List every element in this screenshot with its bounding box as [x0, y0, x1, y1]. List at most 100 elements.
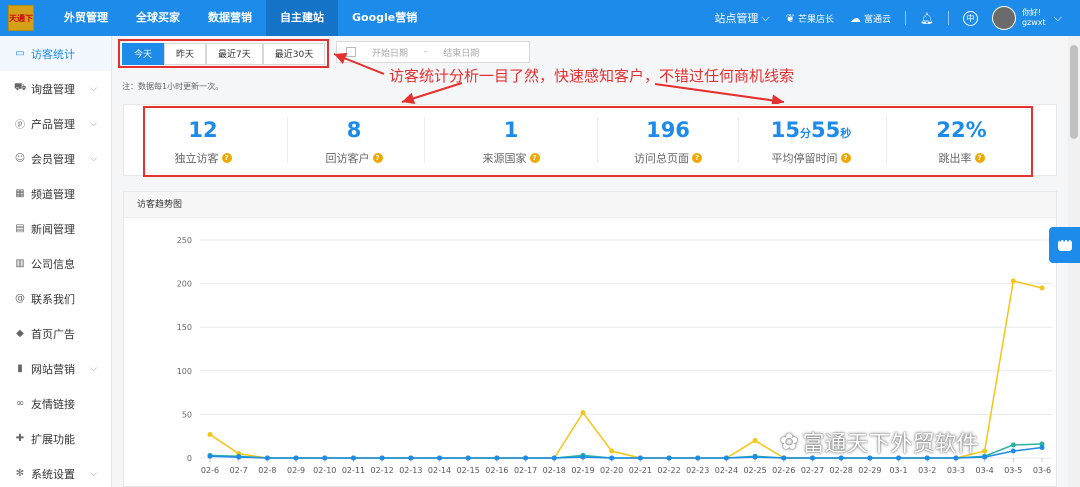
data-point[interactable]: [580, 410, 586, 416]
data-point[interactable]: [752, 438, 758, 444]
greeting: 你好!: [1021, 8, 1042, 17]
scrollbar-thumb[interactable]: [1070, 45, 1078, 139]
futong-cloud-link[interactable]: ☁ 富通云: [850, 12, 891, 25]
site-manage-menu[interactable]: 站点管理 ⌵: [714, 10, 769, 26]
topnav-item[interactable]: 全球买家: [122, 0, 194, 36]
x-tick-label: 03-3: [947, 466, 965, 475]
sidebar-item-label: 网站营销: [31, 362, 75, 376]
main-content: 今天 昨天 最近7天 最近30天 开始日期 - 结束日期 访客统计分析一目了然，快速感…: [112, 36, 1068, 487]
sidebar-item[interactable]: ✻ 系统设置 ⌵: [0, 456, 111, 487]
sidebar-item-label: 联系我们: [31, 292, 75, 306]
topnav-item[interactable]: 外贸管理: [50, 0, 122, 36]
data-point[interactable]: [723, 455, 729, 461]
x-tick-label: 02-16: [485, 466, 508, 475]
data-point[interactable]: [264, 455, 270, 461]
x-tick-label: 02-12: [371, 466, 394, 475]
topnav-item[interactable]: Google营销: [338, 0, 431, 36]
x-tick-label: 02-13: [399, 466, 422, 475]
user-menu-toggle[interactable]: ⌵: [1054, 11, 1062, 25]
x-tick-label: 02-24: [715, 466, 738, 475]
sidebar-item[interactable]: ⛟ 询盘管理 ⌵: [0, 71, 111, 106]
sidebar-item-label: 公司信息: [31, 257, 75, 271]
start-date-input[interactable]: 开始日期: [372, 46, 408, 59]
topnav-item[interactable]: 数据营销: [194, 0, 266, 36]
data-point[interactable]: [408, 455, 414, 461]
sidebar-item-label: 产品管理: [31, 117, 75, 131]
language-icon: 中: [962, 10, 978, 26]
sidebar-item[interactable]: ∞ 友情链接: [0, 386, 111, 421]
sidebar-item[interactable]: ⓟ 产品管理 ⌵: [0, 106, 111, 141]
sidebar-item[interactable]: ▭ 访客统计: [0, 36, 111, 71]
chat-button[interactable]: [1049, 227, 1080, 263]
mango-store-link[interactable]: ❦ 芒果店长: [786, 12, 834, 25]
x-tick-label: 02-28: [830, 466, 853, 475]
data-point[interactable]: [293, 455, 299, 461]
sidebar-item[interactable]: ▮ 网站营销 ⌵: [0, 351, 111, 386]
y-tick-label: 0: [187, 454, 192, 463]
x-tick-label: 02-26: [772, 466, 795, 475]
notification-button[interactable]: 🔔︎: [920, 12, 934, 25]
y-tick-label: 50: [182, 410, 192, 419]
top-navbar: 天通下 外贸管理 全球买家 数据营销 自主建站 Google营销 站点管理 ⌵ ❦ 芒果店长…: [0, 0, 1080, 36]
sidebar-item[interactable]: ☺ 会员管理 ⌵: [0, 141, 111, 176]
data-point[interactable]: [982, 454, 988, 460]
data-point[interactable]: [350, 455, 356, 461]
data-point[interactable]: [1039, 285, 1045, 291]
chart-icon: ▮: [17, 363, 23, 374]
chevron-down-icon: ⌵: [90, 363, 97, 374]
language-button[interactable]: 中: [962, 10, 978, 26]
sidebar-item[interactable]: @ 联系我们: [0, 281, 111, 316]
logo-text: 天通下: [9, 13, 33, 23]
data-point[interactable]: [1010, 278, 1016, 284]
data-point[interactable]: [437, 455, 443, 461]
x-tick-label: 02-21: [629, 466, 652, 475]
data-point[interactable]: [637, 455, 643, 461]
topnav-item[interactable]: 自主建站: [266, 0, 338, 36]
data-point[interactable]: [609, 448, 615, 454]
x-tick-label: 03-6: [1033, 466, 1051, 475]
data-point[interactable]: [982, 448, 988, 454]
cube-icon: ◆: [16, 328, 24, 339]
avatar[interactable]: [991, 6, 1016, 30]
y-tick-label: 250: [177, 236, 192, 245]
at-icon: @: [15, 293, 25, 304]
end-date-input[interactable]: 结束日期: [443, 46, 479, 59]
divider: [904, 11, 906, 25]
data-point[interactable]: [666, 455, 672, 461]
data-point[interactable]: [322, 455, 328, 461]
chevron-down-icon: ⌵: [90, 468, 97, 479]
brand-logo[interactable]: 天通下: [8, 5, 34, 31]
data-point[interactable]: [379, 455, 385, 461]
chevron-down-icon: ⌵: [761, 11, 770, 24]
data-point[interactable]: [580, 454, 586, 460]
data-point[interactable]: [609, 455, 615, 461]
users-icon: ☺: [14, 153, 26, 164]
sidebar-item[interactable]: ▥ 公司信息: [0, 246, 111, 281]
x-tick-label: 02-22: [657, 466, 680, 475]
sidebar-item[interactable]: ▦ 频道管理: [0, 176, 111, 211]
date-range-picker[interactable]: 开始日期 - 结束日期: [336, 41, 530, 63]
data-point[interactable]: [1010, 442, 1016, 448]
sidebar-item[interactable]: ◆ 首页广告: [0, 316, 111, 351]
data-point[interactable]: [207, 431, 213, 437]
data-point[interactable]: [523, 455, 529, 461]
x-tick-label: 02-8: [258, 466, 276, 475]
data-point[interactable]: [236, 454, 242, 460]
data-point[interactable]: [465, 455, 471, 461]
data-point[interactable]: [1010, 448, 1016, 454]
user-info[interactable]: 你好! gzwxt: [1022, 8, 1046, 28]
data-point[interactable]: [695, 455, 701, 461]
data-point[interactable]: [494, 455, 500, 461]
data-point[interactable]: [752, 454, 758, 460]
sidebar-item[interactable]: ▤ 新闻管理: [0, 211, 111, 246]
mango-icon: ❦: [785, 11, 795, 25]
news-icon: ▤: [15, 223, 25, 234]
data-point[interactable]: [551, 455, 557, 461]
puzzle-icon: ✚: [15, 433, 25, 444]
x-tick-label: 02-10: [313, 466, 336, 475]
data-point[interactable]: [207, 453, 213, 459]
highlight-box-stats: [143, 106, 1033, 177]
data-point[interactable]: [1039, 445, 1045, 451]
x-tick-label: 02-18: [543, 466, 566, 475]
sidebar-item[interactable]: ✚ 扩展功能: [0, 421, 111, 456]
